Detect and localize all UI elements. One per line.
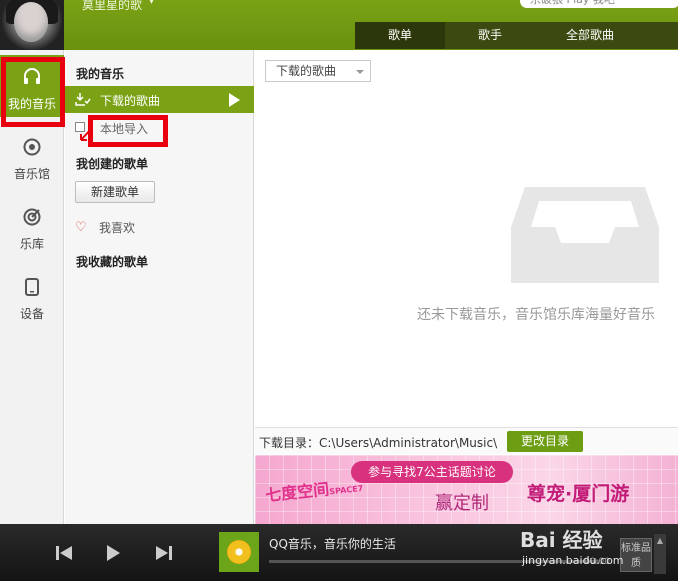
watermark-url: jingyan.baidu.com	[522, 554, 624, 567]
heart-icon: ♡	[75, 220, 87, 235]
highlight-box-import	[88, 115, 168, 147]
banner-pill: 参与寻找7公主话题讨论	[351, 461, 513, 483]
qq-music-logo-icon	[227, 540, 251, 564]
nav-library[interactable]: 乐库	[0, 195, 64, 257]
nav-music-hall[interactable]: 音乐馆	[0, 125, 64, 187]
chevron-down-icon	[356, 70, 364, 74]
nav-label: 设备	[19, 307, 44, 321]
user-name[interactable]: 莫里星的歌	[82, 0, 142, 13]
next-icon[interactable]	[155, 545, 173, 561]
song-filter-dropdown[interactable]: 下载的歌曲	[265, 60, 371, 82]
watermark-logo: Bai 经验	[520, 528, 603, 552]
highlight-box-nav	[1, 57, 65, 127]
album-cover[interactable]	[219, 532, 259, 572]
tab-all-songs[interactable]: 全部歌曲	[535, 22, 645, 49]
dropdown-value: 下载的歌曲	[276, 64, 337, 78]
now-playing-title: QQ音乐，音乐你的生活	[269, 537, 396, 551]
target-icon	[23, 208, 41, 226]
favorites-label: 我喜欢	[99, 221, 136, 235]
collected-playlists-title: 我收藏的歌单	[76, 255, 149, 269]
main-content: 下载的歌曲 还未下载音乐，音乐馆乐库海量好音乐 下载目录：C:\Users\Ad…	[255, 50, 678, 524]
device-icon	[25, 278, 39, 296]
music-hall-icon	[23, 138, 41, 156]
previous-icon[interactable]	[55, 545, 73, 561]
search-input[interactable]: 杀破狼 Play 我吧	[520, 0, 678, 8]
new-playlist-button[interactable]: 新建歌单	[75, 181, 155, 203]
user-avatar[interactable]	[0, 0, 64, 50]
empty-message: 还未下载音乐，音乐馆乐库海量好音乐	[417, 307, 655, 323]
download-icon	[75, 93, 91, 106]
arrow-icon	[80, 127, 93, 141]
play-all-icon[interactable]	[229, 93, 240, 107]
downloaded-songs-label: 下载的歌曲	[100, 94, 161, 108]
chevron-down-icon[interactable]: ▾	[148, 0, 155, 8]
baidu-watermark: Bai 经验 jingyan.baidu.com	[520, 522, 678, 578]
change-dir-button[interactable]: 更改目录	[507, 431, 583, 452]
play-icon[interactable]	[105, 545, 123, 561]
banner-text-2: 尊宠·厦门游	[527, 483, 630, 505]
downloaded-songs-item[interactable]: 下载的歌曲	[65, 86, 254, 113]
created-playlists-title: 我创建的歌单	[76, 157, 149, 171]
tab-singers[interactable]: 歌手	[445, 22, 535, 49]
download-dir-label: 下载目录：C:\Users\Administrator\Music\	[259, 436, 498, 450]
my-music-title: 我的音乐	[76, 67, 125, 81]
download-dir-bar: 下载目录：C:\Users\Administrator\Music\ 更改目录	[255, 427, 678, 454]
nav-label: 乐库	[19, 237, 44, 251]
empty-tray-icon	[511, 187, 659, 283]
avatar-face	[14, 2, 48, 42]
nav-label: 音乐馆	[13, 167, 50, 181]
tab-playlists[interactable]: 歌单	[355, 22, 445, 49]
top-bar: 莫里星的歌 ▾ 杀破狼 Play 我吧 歌单 歌手 全部歌曲	[0, 0, 678, 50]
nav-device[interactable]: 设备	[0, 265, 64, 327]
top-tab-bar: 歌单 歌手 全部歌曲	[355, 22, 678, 49]
ad-banner[interactable]: 七度空间SPACE7 参与寻找7公主话题讨论 赢定制 尊宠·厦门游	[255, 455, 678, 524]
banner-text-1: 赢定制	[435, 493, 489, 514]
